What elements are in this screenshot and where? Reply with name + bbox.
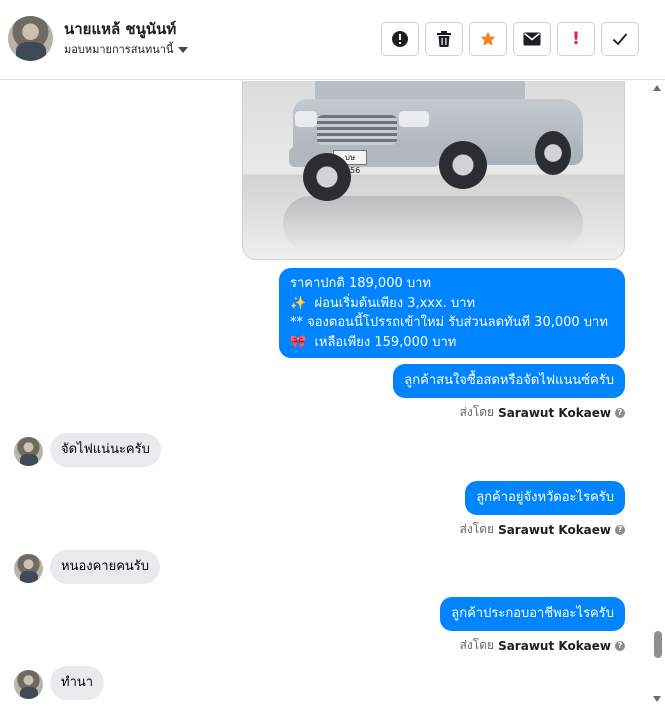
conversation-header: นายแหล้ ชนูนันท์ มอบหมายการสนทนานี้ !: [0, 0, 665, 80]
sent-by-label: ส่งโดย Sarawut Kokaew ?: [460, 636, 625, 655]
delete-button[interactable]: [425, 22, 463, 56]
ribbon-icon: 🎀: [290, 334, 307, 350]
assign-conversation-label: มอบหมายการสนทนานี้: [64, 43, 174, 56]
info-icon[interactable]: ?: [615, 407, 625, 418]
trash-icon: [436, 30, 452, 48]
contact-avatar-small[interactable]: [14, 670, 43, 699]
price-line: ราคาปกติ 189,000 บาท: [290, 276, 431, 291]
incoming-message[interactable]: หนองคายคนรับ: [50, 550, 161, 584]
sent-by-label: ส่งโดย Sarawut Kokaew ?: [460, 520, 625, 539]
incoming-message[interactable]: ทำนา: [50, 666, 105, 700]
contact-name[interactable]: นายแหล้ ชนูนันท์: [64, 17, 176, 41]
sender-name: Sarawut Kokaew: [498, 522, 611, 537]
sparkles-icon: ✨: [290, 295, 307, 311]
sent-by-label: ส่งโดย Sarawut Kokaew ?: [460, 403, 625, 422]
sender-name: Sarawut Kokaew: [498, 405, 611, 420]
contact-avatar[interactable]: [8, 16, 53, 61]
check-icon: [612, 32, 628, 46]
installment-line: ✨ ผ่อนเริ่มต้นเพียง 3,xxx. บาท: [290, 295, 476, 311]
info-icon[interactable]: ?: [615, 524, 625, 535]
mark-spam-button[interactable]: [381, 22, 419, 56]
info-icon[interactable]: ?: [615, 640, 625, 651]
mark-done-button[interactable]: [601, 22, 639, 56]
envelope-icon: [523, 32, 541, 46]
star-icon: [479, 30, 497, 48]
message-thread[interactable]: บษ 6056 ราคาปกติ 189,000 บาท ✨ ผ่อนเริ่ม…: [0, 81, 650, 708]
promo-line: ** จองตอนนี้โปรรถเข้าใหม่ รับส่วนลดทันที…: [290, 315, 608, 330]
car-photo-attachment[interactable]: บษ 6056: [242, 81, 625, 260]
exclamation-icon: !: [572, 29, 580, 49]
outgoing-message[interactable]: ลูกค้าอยู่จังหวัดอะไรครับ: [465, 481, 625, 515]
contact-avatar-small[interactable]: [14, 554, 43, 583]
sender-name: Sarawut Kokaew: [498, 638, 611, 653]
contact-avatar-small[interactable]: [14, 437, 43, 466]
alert-circle-icon: [391, 30, 409, 48]
scroll-up-arrow-icon[interactable]: [653, 85, 661, 91]
final-price-line: 🎀 เหลือเพียง 159,000 บาท: [290, 334, 457, 350]
price-message-bubble[interactable]: ราคาปกติ 189,000 บาท ✨ ผ่อนเริ่มต้นเพียง…: [279, 268, 625, 358]
thread-scrollbar[interactable]: [650, 81, 665, 708]
outgoing-message[interactable]: ลูกค้าประกอบอาชีพอะไรครับ: [440, 597, 625, 631]
outgoing-message[interactable]: ลูกค้าสนใจซื้อสดหรือจัดไฟแนนซ์ครับ: [393, 364, 625, 398]
mark-unread-button[interactable]: [513, 22, 551, 56]
scroll-down-arrow-icon[interactable]: [653, 696, 661, 702]
caret-down-icon: [178, 46, 189, 53]
follow-up-button[interactable]: !: [557, 22, 595, 56]
conversation-toolbar: !: [381, 22, 639, 56]
scroll-thumb[interactable]: [654, 631, 662, 658]
assign-conversation-dropdown[interactable]: มอบหมายการสนทนานี้: [64, 40, 189, 58]
incoming-message[interactable]: จัดไฟแน่นะครับ: [50, 433, 161, 467]
star-button[interactable]: [469, 22, 507, 56]
